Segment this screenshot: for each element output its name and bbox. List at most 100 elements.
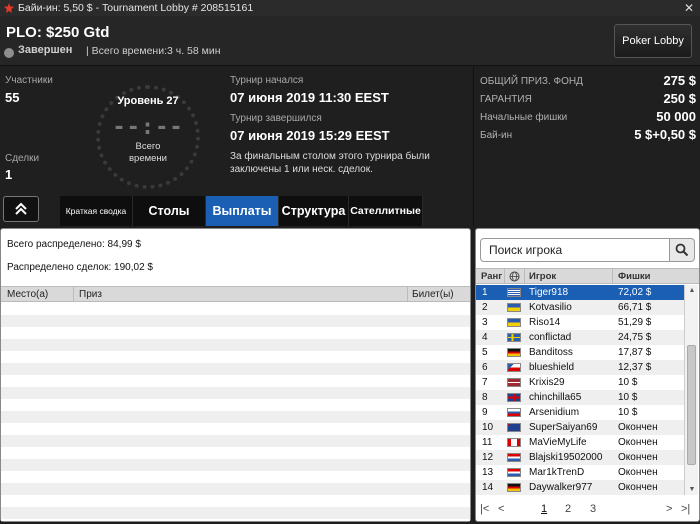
- status-dot-icon: [4, 48, 14, 58]
- scroll-up-icon[interactable]: ▲: [686, 287, 698, 294]
- player-rank: 5: [482, 347, 488, 358]
- started-value: 07 июня 2019 11:30 EEST: [230, 90, 389, 105]
- tournament-header: PLO: $250 Gtd Завершен | Всего времени:3…: [0, 16, 700, 66]
- country-flag-icon: [507, 303, 521, 312]
- col-tickets[interactable]: Билет(ы): [412, 289, 454, 300]
- poker-lobby-button[interactable]: Poker Lobby: [614, 24, 692, 58]
- player-row[interactable]: 2 Kotvasilio 66,71 $: [476, 300, 684, 315]
- player-row[interactable]: 11 MaVieMyLife Окончен: [476, 435, 684, 450]
- col-chips[interactable]: Фишки: [618, 271, 650, 282]
- player-row[interactable]: 7 Krixis29 10 $: [476, 375, 684, 390]
- timer-caption-line1: Всего: [135, 141, 161, 152]
- tournament-status: Завершен: [18, 44, 73, 56]
- player-row[interactable]: 8 chinchilla65 10 $: [476, 390, 684, 405]
- close-icon[interactable]: ✕: [684, 0, 694, 16]
- player-name: SuperSaiyan69: [529, 422, 598, 433]
- country-flag-icon: [507, 393, 521, 402]
- player-name: Riso14: [529, 317, 561, 328]
- player-row[interactable]: 6 blueshield 12,37 $: [476, 360, 684, 375]
- col-place[interactable]: Место(а): [7, 289, 48, 300]
- ended-label: Турнир завершился: [230, 113, 322, 124]
- player-rank: 9: [482, 407, 488, 418]
- tab-payouts[interactable]: Выплаты: [206, 196, 279, 226]
- country-flag-icon: [507, 348, 521, 357]
- page-2[interactable]: 2: [565, 503, 571, 515]
- tab-tables[interactable]: Столы: [133, 196, 206, 226]
- player-row[interactable]: 9 Arsenidium 10 $: [476, 405, 684, 420]
- search-icon: [675, 243, 689, 257]
- player-chips: 51,29 $: [618, 317, 652, 328]
- tournament-lobby-window: Байи-ин: 5,50 $ - Tournament Lobby # 208…: [0, 0, 700, 524]
- guarantee-label: ГАРАНТИЯ: [480, 94, 532, 105]
- player-rank: 2: [482, 302, 488, 313]
- buyin-label: Бай-ин: [480, 130, 513, 141]
- player-rank: 13: [482, 467, 494, 478]
- player-chips: 66,71 $: [618, 302, 652, 313]
- tab-satellites[interactable]: Сателлитные: [349, 196, 423, 226]
- starting-chips-label: Начальные фишки: [480, 112, 568, 123]
- deals-label: Сделки: [5, 153, 40, 164]
- level-clock: Уровень 27 --:-- Всего времени: [96, 85, 200, 189]
- player-chips: Окончен: [618, 437, 658, 448]
- player-chips: 12,37 $: [618, 362, 652, 373]
- payouts-table-body: [1, 303, 470, 521]
- prize-pool-row: ОБЩИЙ ПРИЗ. ФОНД 275 $: [480, 72, 696, 92]
- last-page-icon[interactable]: >|: [681, 503, 690, 515]
- scrollbar-thumb[interactable]: [687, 345, 696, 465]
- first-page-icon[interactable]: |<: [480, 503, 489, 515]
- timer-caption-line2: времени: [129, 153, 167, 164]
- prev-page-icon[interactable]: <: [498, 503, 504, 515]
- player-row[interactable]: 5 Banditoss 17,87 $: [476, 345, 684, 360]
- player-chips: 10 $: [618, 407, 638, 418]
- guarantee-row: ГАРАНТИЯ 250 $: [480, 90, 696, 110]
- player-chips: Окончен: [618, 482, 658, 493]
- player-rank: 1: [482, 287, 488, 298]
- player-row[interactable]: 3 Riso14 51,29 $: [476, 315, 684, 330]
- deals-value: 1: [5, 167, 13, 182]
- tab-summary[interactable]: Краткая сводка: [60, 196, 133, 226]
- country-flag-icon: [507, 363, 521, 372]
- col-prize[interactable]: Приз: [79, 289, 102, 300]
- search-button[interactable]: [669, 238, 695, 262]
- player-row[interactable]: 12 Blajski19502000 Окончен: [476, 450, 684, 465]
- country-flag-icon: [507, 483, 521, 492]
- scroll-down-icon[interactable]: ▼: [686, 486, 698, 493]
- player-rank: 11: [482, 437, 493, 448]
- col-player[interactable]: Игрок: [529, 271, 556, 282]
- col-rank[interactable]: Ранг: [481, 271, 502, 282]
- player-row[interactable]: 10 SuperSaiyan69 Окончен: [476, 420, 684, 435]
- country-flag-icon: [507, 438, 521, 447]
- collapse-button[interactable]: [3, 196, 39, 222]
- player-search-input[interactable]: Поиск игрока: [480, 238, 670, 262]
- player-rank: 7: [482, 377, 488, 388]
- player-chips: Окончен: [618, 452, 658, 463]
- country-flag-icon: [507, 453, 521, 462]
- player-row[interactable]: 13 Mar1kTrenD Окончен: [476, 465, 684, 480]
- players-panel: Поиск игрока Ранг Игрок Фишки 1 Tiger918 7…: [475, 228, 700, 522]
- player-name: Mar1kTrenD: [529, 467, 585, 478]
- player-chips: 24,75 $: [618, 332, 652, 343]
- country-flag-icon: [507, 333, 521, 342]
- player-name: Krixis29: [529, 377, 565, 388]
- players-scrollbar[interactable]: ▲ ▼: [684, 285, 698, 495]
- payouts-panel: Всего распределено: 84,99 $ Распределено…: [0, 228, 471, 522]
- player-row[interactable]: 1 Tiger918 72,02 $: [476, 285, 684, 300]
- country-flag-icon: [507, 378, 521, 387]
- player-name: MaVieMyLife: [529, 437, 587, 448]
- players-table-body: 1 Tiger918 72,02 $ 2 Kotvasilio 66,71 $ 3 Riso1…: [476, 285, 684, 495]
- player-chips: 10 $: [618, 377, 638, 388]
- participants-value: 55: [5, 90, 20, 105]
- country-flag-icon: [507, 288, 521, 297]
- tab-structure[interactable]: Структура: [279, 196, 349, 226]
- page-1[interactable]: 1: [541, 503, 547, 515]
- player-chips: 17,87 $: [618, 347, 652, 358]
- player-name: Blajski19502000: [529, 452, 603, 463]
- player-row[interactable]: 14 Daywalker977 Окончен: [476, 480, 684, 495]
- next-page-icon[interactable]: >: [666, 503, 672, 515]
- prize-info-panel: ОБЩИЙ ПРИЗ. ФОНД 275 $ ГАРАНТИЯ 250 $ На…: [473, 67, 700, 226]
- page-3[interactable]: 3: [590, 503, 596, 515]
- player-row[interactable]: 4 conflictad 24,75 $: [476, 330, 684, 345]
- player-name: conflictad: [529, 332, 572, 343]
- country-flag-icon: [507, 318, 521, 327]
- player-name: blueshield: [529, 362, 575, 373]
